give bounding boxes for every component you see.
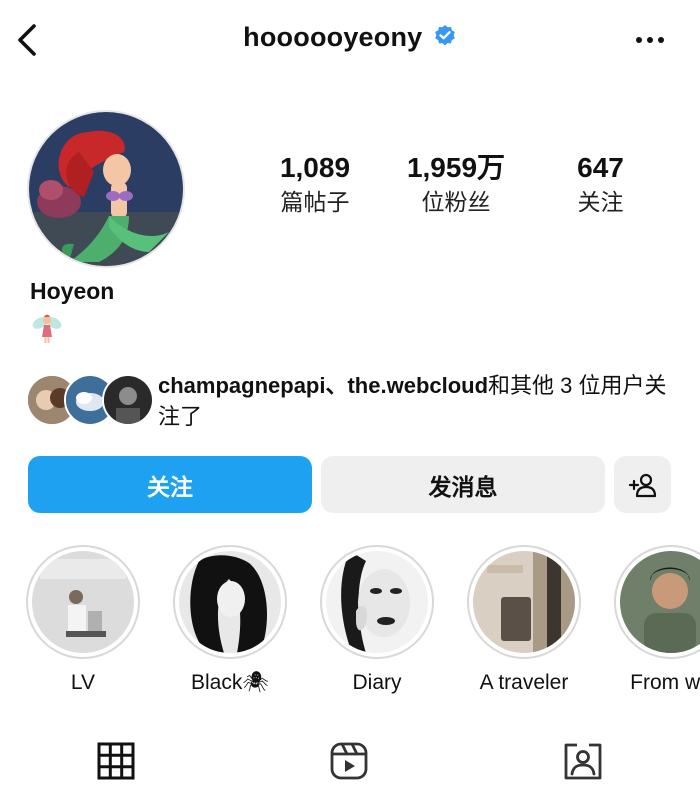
stat-followers[interactable]: 1,959万 位粉丝	[393, 150, 519, 218]
tab-posts-grid[interactable]	[95, 740, 137, 782]
highlight-item[interactable]: Black🕷	[171, 545, 289, 697]
highlight-ring	[173, 545, 287, 659]
profile-header: hoooooyeony	[0, 0, 700, 86]
tab-reels[interactable]	[328, 740, 370, 782]
highlight-ring	[320, 545, 434, 659]
highlight-label: From wo	[630, 671, 700, 694]
fairy-emoji-icon	[32, 314, 62, 343]
mermaid-avatar-image	[29, 112, 183, 266]
highlight-item[interactable]: A traveler	[465, 545, 583, 697]
profile-actions: 关注 发消息	[0, 456, 700, 514]
highlight-cover	[326, 551, 428, 653]
followers-label: 位粉丝	[421, 189, 491, 215]
highlight-ring	[26, 545, 140, 659]
tab-tagged[interactable]	[562, 740, 604, 782]
profile-content-tabs	[0, 730, 700, 794]
highlight-label: LV	[70, 671, 96, 694]
verified-badge-icon	[435, 24, 455, 45]
posts-label: 篇帖子	[280, 189, 350, 215]
suggested-users-button[interactable]	[614, 456, 671, 513]
profile-avatar[interactable]	[27, 110, 185, 268]
highlight-cover	[179, 551, 281, 653]
profile-summary: 1,089 篇帖子 1,959万 位粉丝 647 关注	[0, 108, 700, 268]
display-name: Hoyeon	[30, 278, 115, 304]
highlight-cover	[473, 551, 575, 653]
more-options-button[interactable]	[634, 28, 666, 52]
grid-icon	[97, 742, 135, 780]
username-title: hoooooyeony	[243, 22, 423, 52]
posts-count: 1,089	[279, 152, 351, 183]
stat-posts[interactable]: 1,089 篇帖子	[255, 150, 375, 218]
tagged-icon	[564, 743, 602, 780]
following-count: 647	[577, 152, 624, 183]
follow-button[interactable]: 关注	[28, 456, 312, 513]
mutual-avatar	[102, 374, 154, 426]
highlight-ring	[467, 545, 581, 659]
message-button[interactable]: 发消息	[321, 456, 605, 513]
highlight-cover	[32, 551, 134, 653]
highlight-label: Black🕷	[190, 671, 269, 694]
highlight-item[interactable]: LV	[24, 545, 142, 697]
following-label: 关注	[577, 189, 624, 215]
add-person-icon	[628, 473, 656, 497]
mutual-followers-text: champagnepapi、the.webcloud和其他 3 位用户关注了	[158, 370, 678, 432]
title-wrap: hoooooyeony	[0, 22, 700, 53]
highlight-label: Diary	[352, 671, 402, 694]
reels-icon	[330, 742, 368, 780]
more-horizontal-icon	[636, 37, 664, 43]
mutual-avatars	[26, 374, 154, 428]
highlight-cover	[620, 551, 700, 653]
highlight-item[interactable]: Diary	[318, 545, 436, 697]
highlight-item[interactable]: From wo	[612, 545, 700, 697]
stat-following[interactable]: 647 关注	[543, 150, 658, 218]
followers-count: 1,959万	[406, 152, 506, 183]
highlight-label: A traveler	[479, 671, 569, 694]
mutual-names[interactable]: champagnepapi、the.webcloud	[158, 373, 488, 398]
story-highlights: LV Black🕷 Diary A traveler From w	[0, 545, 700, 705]
highlight-ring	[614, 545, 700, 659]
mutual-followers[interactable]: champagnepapi、the.webcloud和其他 3 位用户关注了	[26, 366, 696, 436]
